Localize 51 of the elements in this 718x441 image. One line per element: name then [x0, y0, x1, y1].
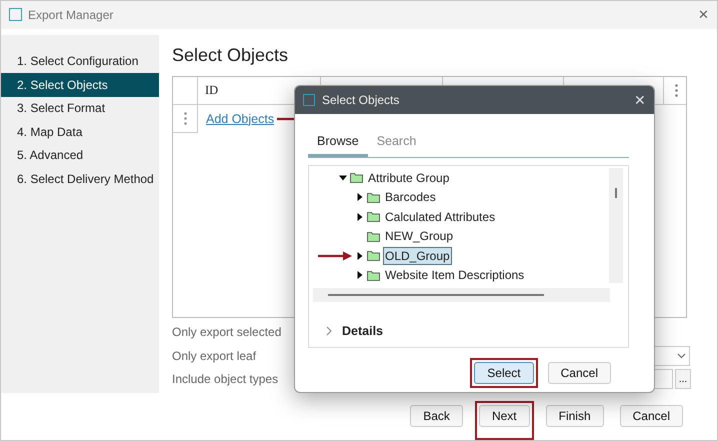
- chevron-down-icon: [677, 353, 686, 359]
- folder-icon: [367, 211, 380, 222]
- app-icon: [303, 94, 315, 106]
- annotation-arrow: [318, 250, 352, 261]
- step-item[interactable]: 5. Advanced: [1, 144, 159, 168]
- folder-icon: [367, 230, 380, 242]
- close-button[interactable]: ✕: [698, 7, 709, 22]
- app-icon: [9, 8, 22, 22]
- option-label: Only export leaf: [172, 348, 256, 365]
- folder-icon: [367, 250, 380, 262]
- more-icon[interactable]: [674, 84, 678, 97]
- expanded-triangle-icon[interactable]: [338, 174, 346, 182]
- folder-icon: [367, 192, 380, 203]
- drag-handle-icon[interactable]: [184, 112, 186, 125]
- chevron-right-icon[interactable]: [326, 326, 332, 336]
- page-heading: Select Objects: [172, 44, 290, 67]
- dialog-button[interactable]: Back: [410, 404, 463, 427]
- step-item[interactable]: 6. Select Delivery Method: [1, 167, 159, 191]
- dialog-button[interactable]: Cancel: [620, 404, 683, 427]
- dialog-button[interactable]: Next: [478, 404, 530, 427]
- select-button[interactable]: Select: [474, 362, 534, 384]
- tree-item[interactable]: OLD_Group: [383, 246, 452, 265]
- collapsed-triangle-icon[interactable]: [356, 271, 364, 280]
- tab[interactable]: Browse: [308, 128, 368, 157]
- collapsed-triangle-icon[interactable]: [356, 212, 364, 221]
- dialog-title: Select Objects: [322, 93, 400, 107]
- collapsed-triangle-icon[interactable]: [356, 252, 364, 260]
- step-item[interactable]: 2. Select Objects: [1, 73, 159, 97]
- tree-item[interactable]: Barcodes: [383, 188, 438, 206]
- option-label: Include object types: [172, 371, 278, 388]
- step-item[interactable]: 4. Map Data: [1, 120, 159, 144]
- tree-item[interactable]: Website Item Descriptions: [383, 266, 526, 284]
- step-item[interactable]: 1. Select Configuration: [1, 50, 159, 74]
- window-title: Export Manager: [28, 8, 114, 22]
- folder-icon: [367, 270, 380, 281]
- vertical-scrollbar[interactable]: [609, 168, 623, 283]
- details-label[interactable]: Details: [342, 324, 383, 338]
- step-item[interactable]: 3. Select Format: [1, 96, 159, 120]
- option-label: Only export selected: [172, 324, 282, 342]
- browse-button[interactable]: ...: [675, 369, 691, 389]
- horizontal-scrollbar[interactable]: [313, 288, 610, 302]
- add-objects-link[interactable]: Add Objects: [198, 104, 274, 133]
- collapsed-triangle-icon[interactable]: [356, 193, 364, 202]
- tree-item[interactable]: Attribute Group: [366, 168, 452, 187]
- tree-item[interactable]: NEW_Group: [383, 227, 456, 246]
- folder-icon: [350, 172, 363, 184]
- tree-item[interactable]: Calculated Attributes: [383, 208, 498, 226]
- dialog-button[interactable]: Cancel: [548, 362, 611, 384]
- close-button[interactable]: ✕: [634, 92, 646, 108]
- dialog-button[interactable]: Finish: [546, 404, 604, 427]
- tab[interactable]: Search: [368, 128, 426, 157]
